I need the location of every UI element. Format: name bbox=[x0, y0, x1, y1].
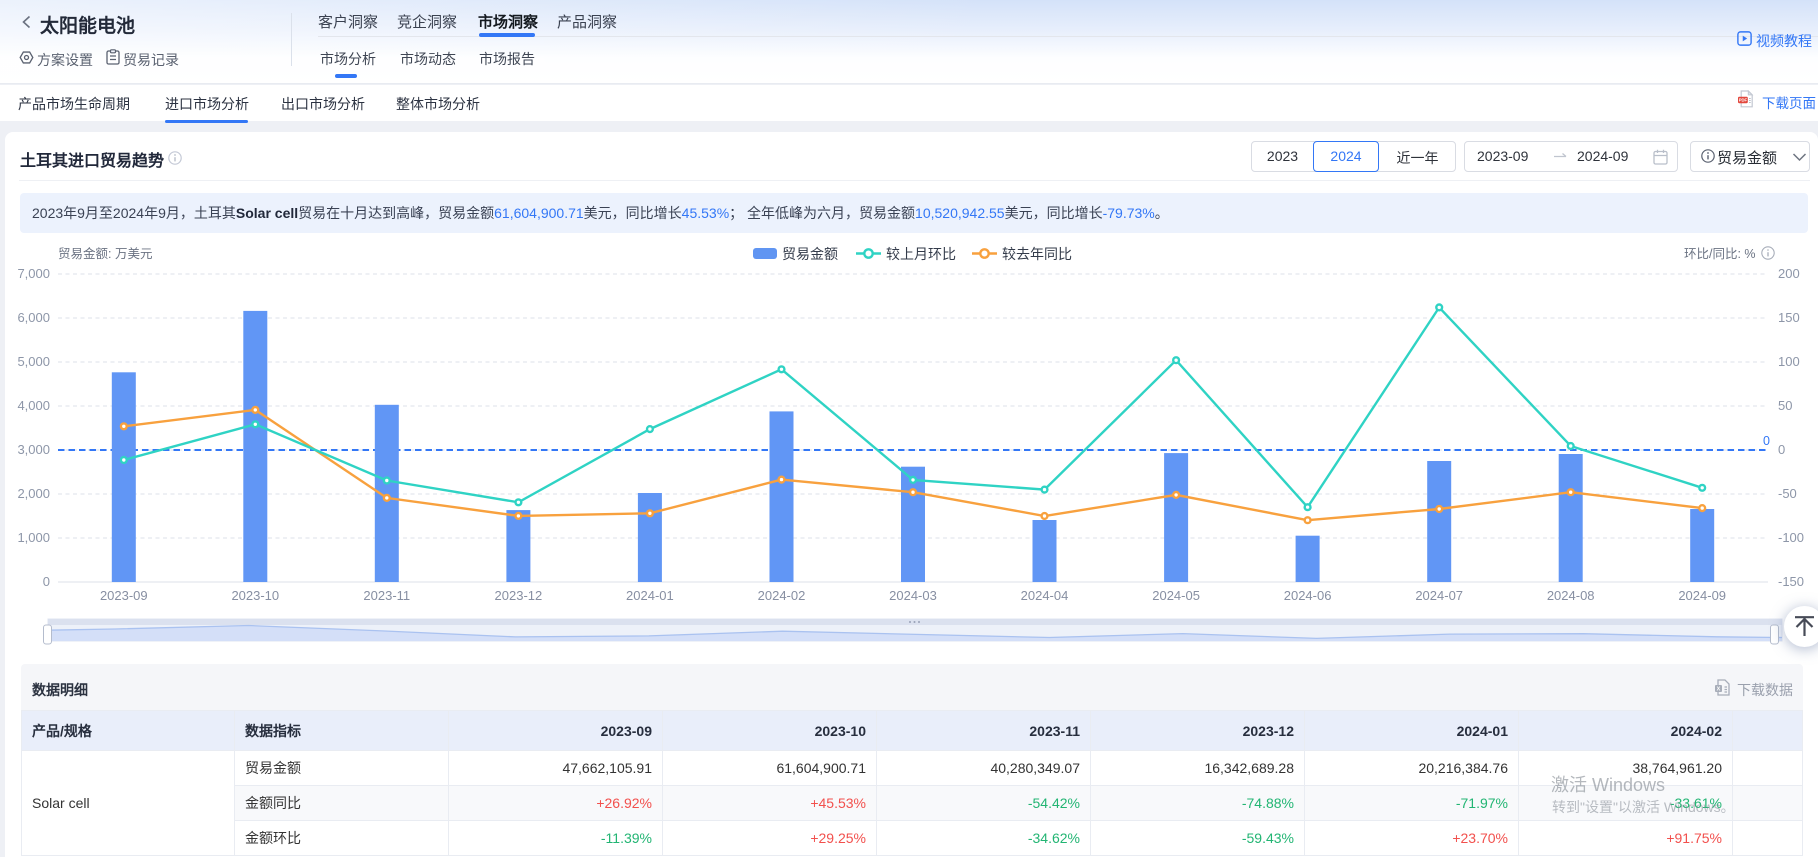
svg-text:0: 0 bbox=[1778, 442, 1785, 457]
svg-text:7,000: 7,000 bbox=[17, 266, 50, 281]
svg-text:4,000: 4,000 bbox=[17, 398, 50, 413]
svg-text:贸易金额: 贸易金额 bbox=[782, 246, 838, 262]
svg-text:2023-09: 2023-09 bbox=[100, 588, 148, 603]
svg-text:2023-10: 2023-10 bbox=[231, 588, 279, 603]
svg-text:0: 0 bbox=[43, 574, 50, 589]
svg-text:贸易金额: 万美元: 贸易金额: 万美元 bbox=[58, 246, 152, 261]
svg-text:较去年同比: 较去年同比 bbox=[1002, 246, 1072, 262]
svg-text:2024-05: 2024-05 bbox=[1152, 588, 1200, 603]
svg-text:较上月环比: 较上月环比 bbox=[886, 246, 956, 262]
svg-text:1,000: 1,000 bbox=[17, 530, 50, 545]
svg-text:-50: -50 bbox=[1778, 486, 1797, 501]
svg-text:2024-09: 2024-09 bbox=[1678, 588, 1726, 603]
svg-text:150: 150 bbox=[1778, 310, 1800, 325]
svg-text:-100: -100 bbox=[1778, 530, 1804, 545]
svg-text:X: X bbox=[1717, 687, 1721, 693]
svg-text:2024-04: 2024-04 bbox=[1021, 588, 1069, 603]
svg-text:0: 0 bbox=[1763, 434, 1770, 448]
svg-text:50: 50 bbox=[1778, 398, 1792, 413]
svg-text:2023-12: 2023-12 bbox=[495, 588, 543, 603]
svg-text:环比/同比: %: 环比/同比: % bbox=[1684, 247, 1756, 261]
svg-text:-150: -150 bbox=[1778, 574, 1804, 589]
svg-text:2023-11: 2023-11 bbox=[363, 588, 410, 603]
svg-text:2024-02: 2024-02 bbox=[758, 588, 806, 603]
svg-text:2024-01: 2024-01 bbox=[626, 588, 674, 603]
svg-text:2024-07: 2024-07 bbox=[1415, 588, 1463, 603]
svg-text:6,000: 6,000 bbox=[17, 310, 50, 325]
svg-text:2024-08: 2024-08 bbox=[1547, 588, 1595, 603]
svg-text:200: 200 bbox=[1778, 266, 1800, 281]
svg-text:2024-06: 2024-06 bbox=[1284, 588, 1332, 603]
svg-text:2,000: 2,000 bbox=[17, 486, 50, 501]
svg-text:100: 100 bbox=[1778, 354, 1800, 369]
svg-text:2024-03: 2024-03 bbox=[889, 588, 937, 603]
svg-text:5,000: 5,000 bbox=[17, 354, 50, 369]
svg-text:3,000: 3,000 bbox=[17, 442, 50, 457]
